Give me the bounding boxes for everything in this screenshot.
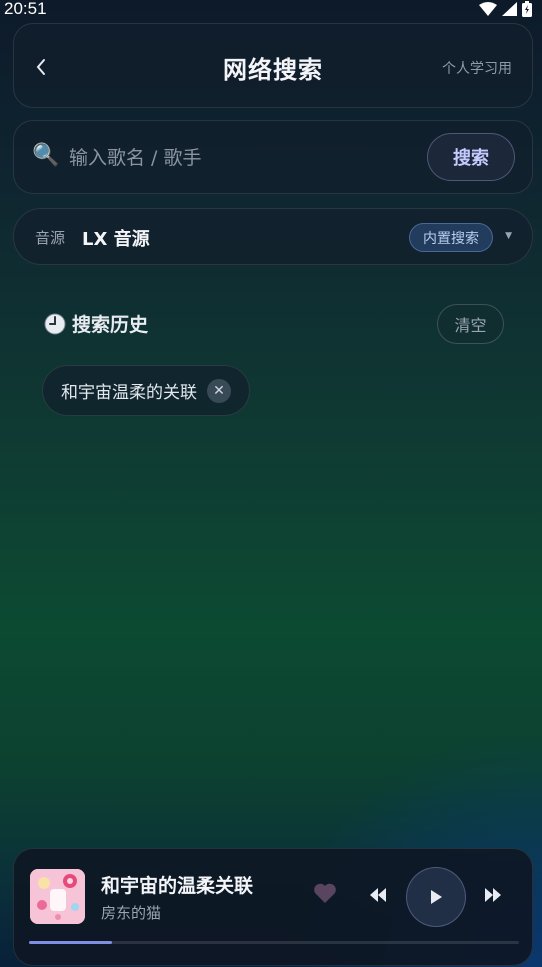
history-heading: 搜索历史 <box>44 310 148 337</box>
history-title: 搜索历史 <box>72 314 149 336</box>
status-time: 20:51 <box>4 0 47 18</box>
track-title: 和宇宙的温柔关联 <box>101 875 254 897</box>
status-icons <box>479 1 532 17</box>
next-icon[interactable] <box>483 886 503 904</box>
source-selector[interactable]: 音源 LX 音源 内置搜索 ▼ <box>13 208 533 265</box>
search-button[interactable]: 搜索 <box>427 133 515 181</box>
source-label: 音源 <box>35 229 66 247</box>
mini-player: 和宇宙的温柔关联 房东的猫 <box>13 848 533 966</box>
track-artist: 房东的猫 <box>101 904 162 922</box>
album-art-image <box>30 869 85 924</box>
source-name: LX 音源 <box>82 229 150 250</box>
header-bar: 网络搜索 个人学习用 <box>13 23 533 108</box>
search-input[interactable] <box>69 139 409 177</box>
wifi-icon <box>479 2 497 16</box>
search-bar: 🔍 搜索 <box>13 120 533 194</box>
search-icon: 🔍 <box>32 143 60 168</box>
progress-fill <box>29 941 113 944</box>
header-note: 个人学习用 <box>442 61 512 77</box>
signal-icon <box>502 2 517 16</box>
progress-bar[interactable] <box>29 941 519 944</box>
heart-icon[interactable] <box>313 882 337 904</box>
clock-icon <box>44 313 66 334</box>
play-icon <box>431 890 442 904</box>
play-button[interactable] <box>406 867 466 927</box>
previous-icon[interactable] <box>368 886 388 904</box>
clear-history-button[interactable]: 清空 <box>437 304 504 344</box>
close-icon[interactable]: ✕ <box>207 378 231 403</box>
status-bar: 20:51 <box>0 0 542 18</box>
source-badge: 内置搜索 <box>409 223 493 252</box>
battery-icon <box>522 1 532 17</box>
history-chip-label: 和宇宙温柔的关联 <box>61 383 197 403</box>
dropdown-arrow-icon[interactable]: ▼ <box>505 231 512 241</box>
history-chip[interactable]: 和宇宙温柔的关联 ✕ <box>42 365 250 416</box>
album-art[interactable] <box>30 869 85 924</box>
